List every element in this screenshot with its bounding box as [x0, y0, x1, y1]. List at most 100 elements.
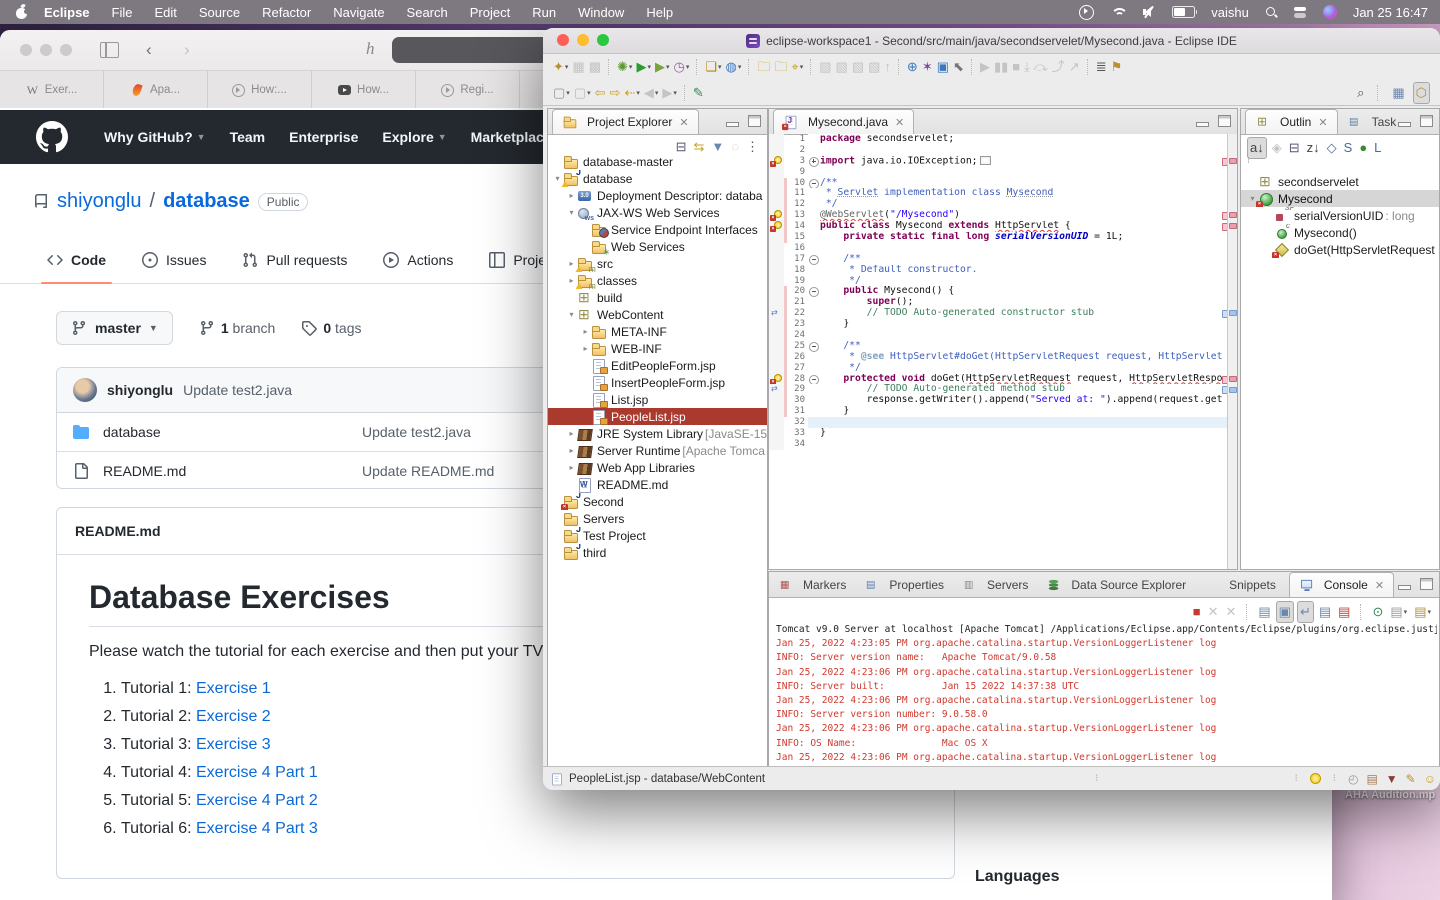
tree-item-database[interactable]: ▾ Jdatabase [548, 170, 767, 187]
tree-item-database-master[interactable]: database-master [548, 153, 767, 170]
menu-item-window[interactable]: Window [567, 5, 635, 20]
open-war-icon[interactable]: 🗀 [772, 57, 789, 77]
terminate-tb-icon[interactable]: ■ [1010, 57, 1022, 77]
eclipse-minimize-button[interactable] [577, 34, 589, 46]
browser-tab-4[interactable]: How... [312, 71, 416, 109]
save-all-icon[interactable]: ▩ [587, 57, 603, 77]
tree-item-test-project[interactable]: J Test Project [548, 527, 767, 544]
close-tab-icon[interactable]: ✕ [1318, 116, 1327, 129]
tree-item-service-endpoint-interfaces[interactable]: Service Endpoint Interfaces [548, 221, 767, 238]
project-explorer-tree[interactable]: database-master▾Jdatabase▸Deployment Des… [548, 153, 767, 767]
branch-selector-button[interactable]: master ▼ [56, 311, 173, 345]
outline-item-secondservelet[interactable]: secondservelet [1241, 173, 1439, 190]
exercise-link[interactable]: Exercise 4 Part 3 [196, 820, 318, 837]
focus-icon[interactable]: ◈ [1270, 138, 1284, 158]
exercise-link[interactable]: Exercise 1 [196, 680, 271, 697]
menu-item-edit[interactable]: Edit [143, 5, 187, 20]
commit-author-avatar[interactable] [73, 378, 97, 402]
fold-collapse-icon[interactable] [809, 287, 819, 298]
toggle-case-icon[interactable]: ↑ [882, 57, 893, 77]
outline-tree[interactable]: secondservelet▾×MysecondSFserialVersionU… [1241, 173, 1439, 569]
file-name-link[interactable]: database [103, 424, 161, 440]
maximize-view-icon[interactable] [1420, 115, 1433, 127]
chevron-expanded-icon[interactable]: ▾ [566, 310, 577, 319]
tab-console[interactable]: Console ✕ [1288, 572, 1395, 597]
remove-all-terminated-icon[interactable]: ✕ [1223, 602, 1238, 622]
file-name-link[interactable]: README.md [103, 463, 186, 479]
word-wrap-icon[interactable]: ↵ [1296, 601, 1314, 623]
desktop-file-label[interactable]: AHA Audition.mp [1345, 789, 1435, 801]
maximize-view-icon[interactable] [1420, 578, 1433, 590]
skip-breakpoints-icon[interactable]: ⚑ [1109, 57, 1125, 77]
menu-item-search[interactable]: Search [396, 5, 459, 20]
tree-item-build[interactable]: build [548, 289, 767, 306]
file-commit-message[interactable]: Update README.md [362, 463, 494, 479]
tab-markers[interactable]: Markers [769, 573, 855, 597]
forward-icon[interactable]: ▶ ▾ [660, 83, 679, 103]
tab-mysecond-java[interactable]: J × Mysecond.java ✕ [773, 109, 915, 134]
branches-count[interactable]: 1 branch [199, 320, 275, 336]
sidebar-toggle-icon[interactable] [100, 42, 119, 58]
gh-nav-team[interactable]: Team [218, 129, 278, 145]
overview-mark[interactable] [1229, 212, 1237, 219]
search-icon[interactable] [1265, 6, 1278, 19]
commit-message[interactable]: Update test2.java [183, 382, 292, 398]
tree-item-jre-system-library[interactable]: ▸ JRE System Library [JavaSE-15 [548, 425, 767, 442]
forward-button[interactable]: › [184, 40, 190, 60]
menubar-username[interactable]: vaishu [1211, 5, 1249, 20]
tree-item-web-services[interactable]: ✳ Web Services [548, 238, 767, 255]
tab-outline[interactable]: Outlin✕ [1245, 109, 1338, 134]
tags-count[interactable]: 0 tags [301, 320, 362, 336]
fold-collapse-icon[interactable] [809, 178, 819, 189]
repo-name-link[interactable]: database [163, 190, 250, 213]
step-over-icon[interactable]: ⤼ [1032, 57, 1050, 77]
repo-tab-actions[interactable]: Actions [369, 236, 467, 283]
browser-tab-1[interactable]: Exer... [0, 71, 104, 109]
outline-item-doget-httpservletrequest[interactable]: × doGet(HttpServletRequest [1241, 241, 1439, 258]
mark-occurrences-icon[interactable]: ≣ [1094, 57, 1109, 77]
tree-item-editpeopleform-jsp[interactable]: EditPeopleForm.jsp [548, 357, 767, 374]
browser-zoom-button[interactable] [60, 44, 72, 56]
console-output[interactable]: Tomcat v9.0 Server at localhost [Apache … [776, 623, 1437, 766]
tab-task-list[interactable]: Task [1338, 110, 1406, 134]
menu-item-eclipse[interactable]: Eclipse [33, 5, 101, 20]
tree-item-classes[interactable]: ▸ ⊞ classes [548, 272, 767, 289]
ant-build-icon[interactable]: ✶ [920, 57, 935, 77]
eclipse-titlebar[interactable]: eclipse-workspace1 - Second/src/main/jav… [543, 28, 1440, 54]
tree-item-jax-ws-web-services[interactable]: ▾ JAX-WS Web Services [548, 204, 767, 222]
disconnect-icon[interactable]: ✕ [1206, 602, 1221, 622]
scroll-lock-icon[interactable]: ▣ [1275, 601, 1294, 623]
tree-item-webcontent[interactable]: ▾ WebContent [548, 306, 767, 323]
browser-tab-3[interactable]: How:... [208, 71, 312, 109]
repo-owner-link[interactable]: shiyonglu [57, 190, 142, 213]
menu-item-navigate[interactable]: Navigate [322, 5, 395, 20]
open-console-icon[interactable]: ▤ ▾ [1412, 602, 1433, 622]
smart-insert-lightbulb-icon[interactable] [1309, 773, 1321, 784]
forward-history-icon[interactable]: ⇨ [608, 83, 623, 103]
repo-tab-pull-requests[interactable]: Pull requests [228, 236, 361, 283]
close-tab-icon[interactable]: ✕ [895, 116, 904, 129]
tree-item-insertpeopleform-jsp[interactable]: InsertPeopleForm.jsp [548, 374, 767, 391]
write-pencil-icon[interactable]: ✎ [1406, 772, 1416, 786]
tab-data-source-explorer[interactable]: Data Source Explorer [1037, 573, 1195, 597]
siri-icon[interactable] [1322, 5, 1337, 19]
task-marker-icon[interactable]: ⇄ [771, 384, 778, 394]
search-flashlight-icon[interactable]: ⌖ ▾ [789, 57, 805, 77]
menu-item-help[interactable]: Help [635, 5, 684, 20]
menu-item-project[interactable]: Project [459, 5, 521, 20]
clear-console-icon[interactable]: ▤ [1256, 602, 1272, 622]
annotation-nav-icon[interactable]: ▢ ▾ [551, 83, 572, 103]
debug-icon[interactable]: ✺ ▾ [615, 57, 634, 77]
tree-item-deployment-descriptor-databa[interactable]: ▸ Deployment Descriptor: databa [548, 187, 767, 204]
error-marker-icon[interactable] [770, 210, 782, 222]
apple-menu-icon[interactable] [16, 2, 29, 19]
hide-fields-icon[interactable]: ◇ [1325, 138, 1339, 158]
splitter-dots[interactable]: ⁝ [1095, 773, 1098, 784]
fold-expand-icon[interactable] [809, 156, 819, 167]
expand-selection-icon[interactable]: ▢ ▾ [572, 83, 593, 103]
display-selected-console-icon[interactable]: ▤ ▾ [1388, 602, 1409, 622]
overview-mark[interactable] [1229, 157, 1237, 164]
close-tab-icon[interactable]: ✕ [1375, 579, 1384, 592]
new-servlet-icon[interactable]: ❏ ▾ [703, 57, 723, 77]
new-wizard-icon[interactable]: ✦ ▾ [551, 57, 570, 77]
